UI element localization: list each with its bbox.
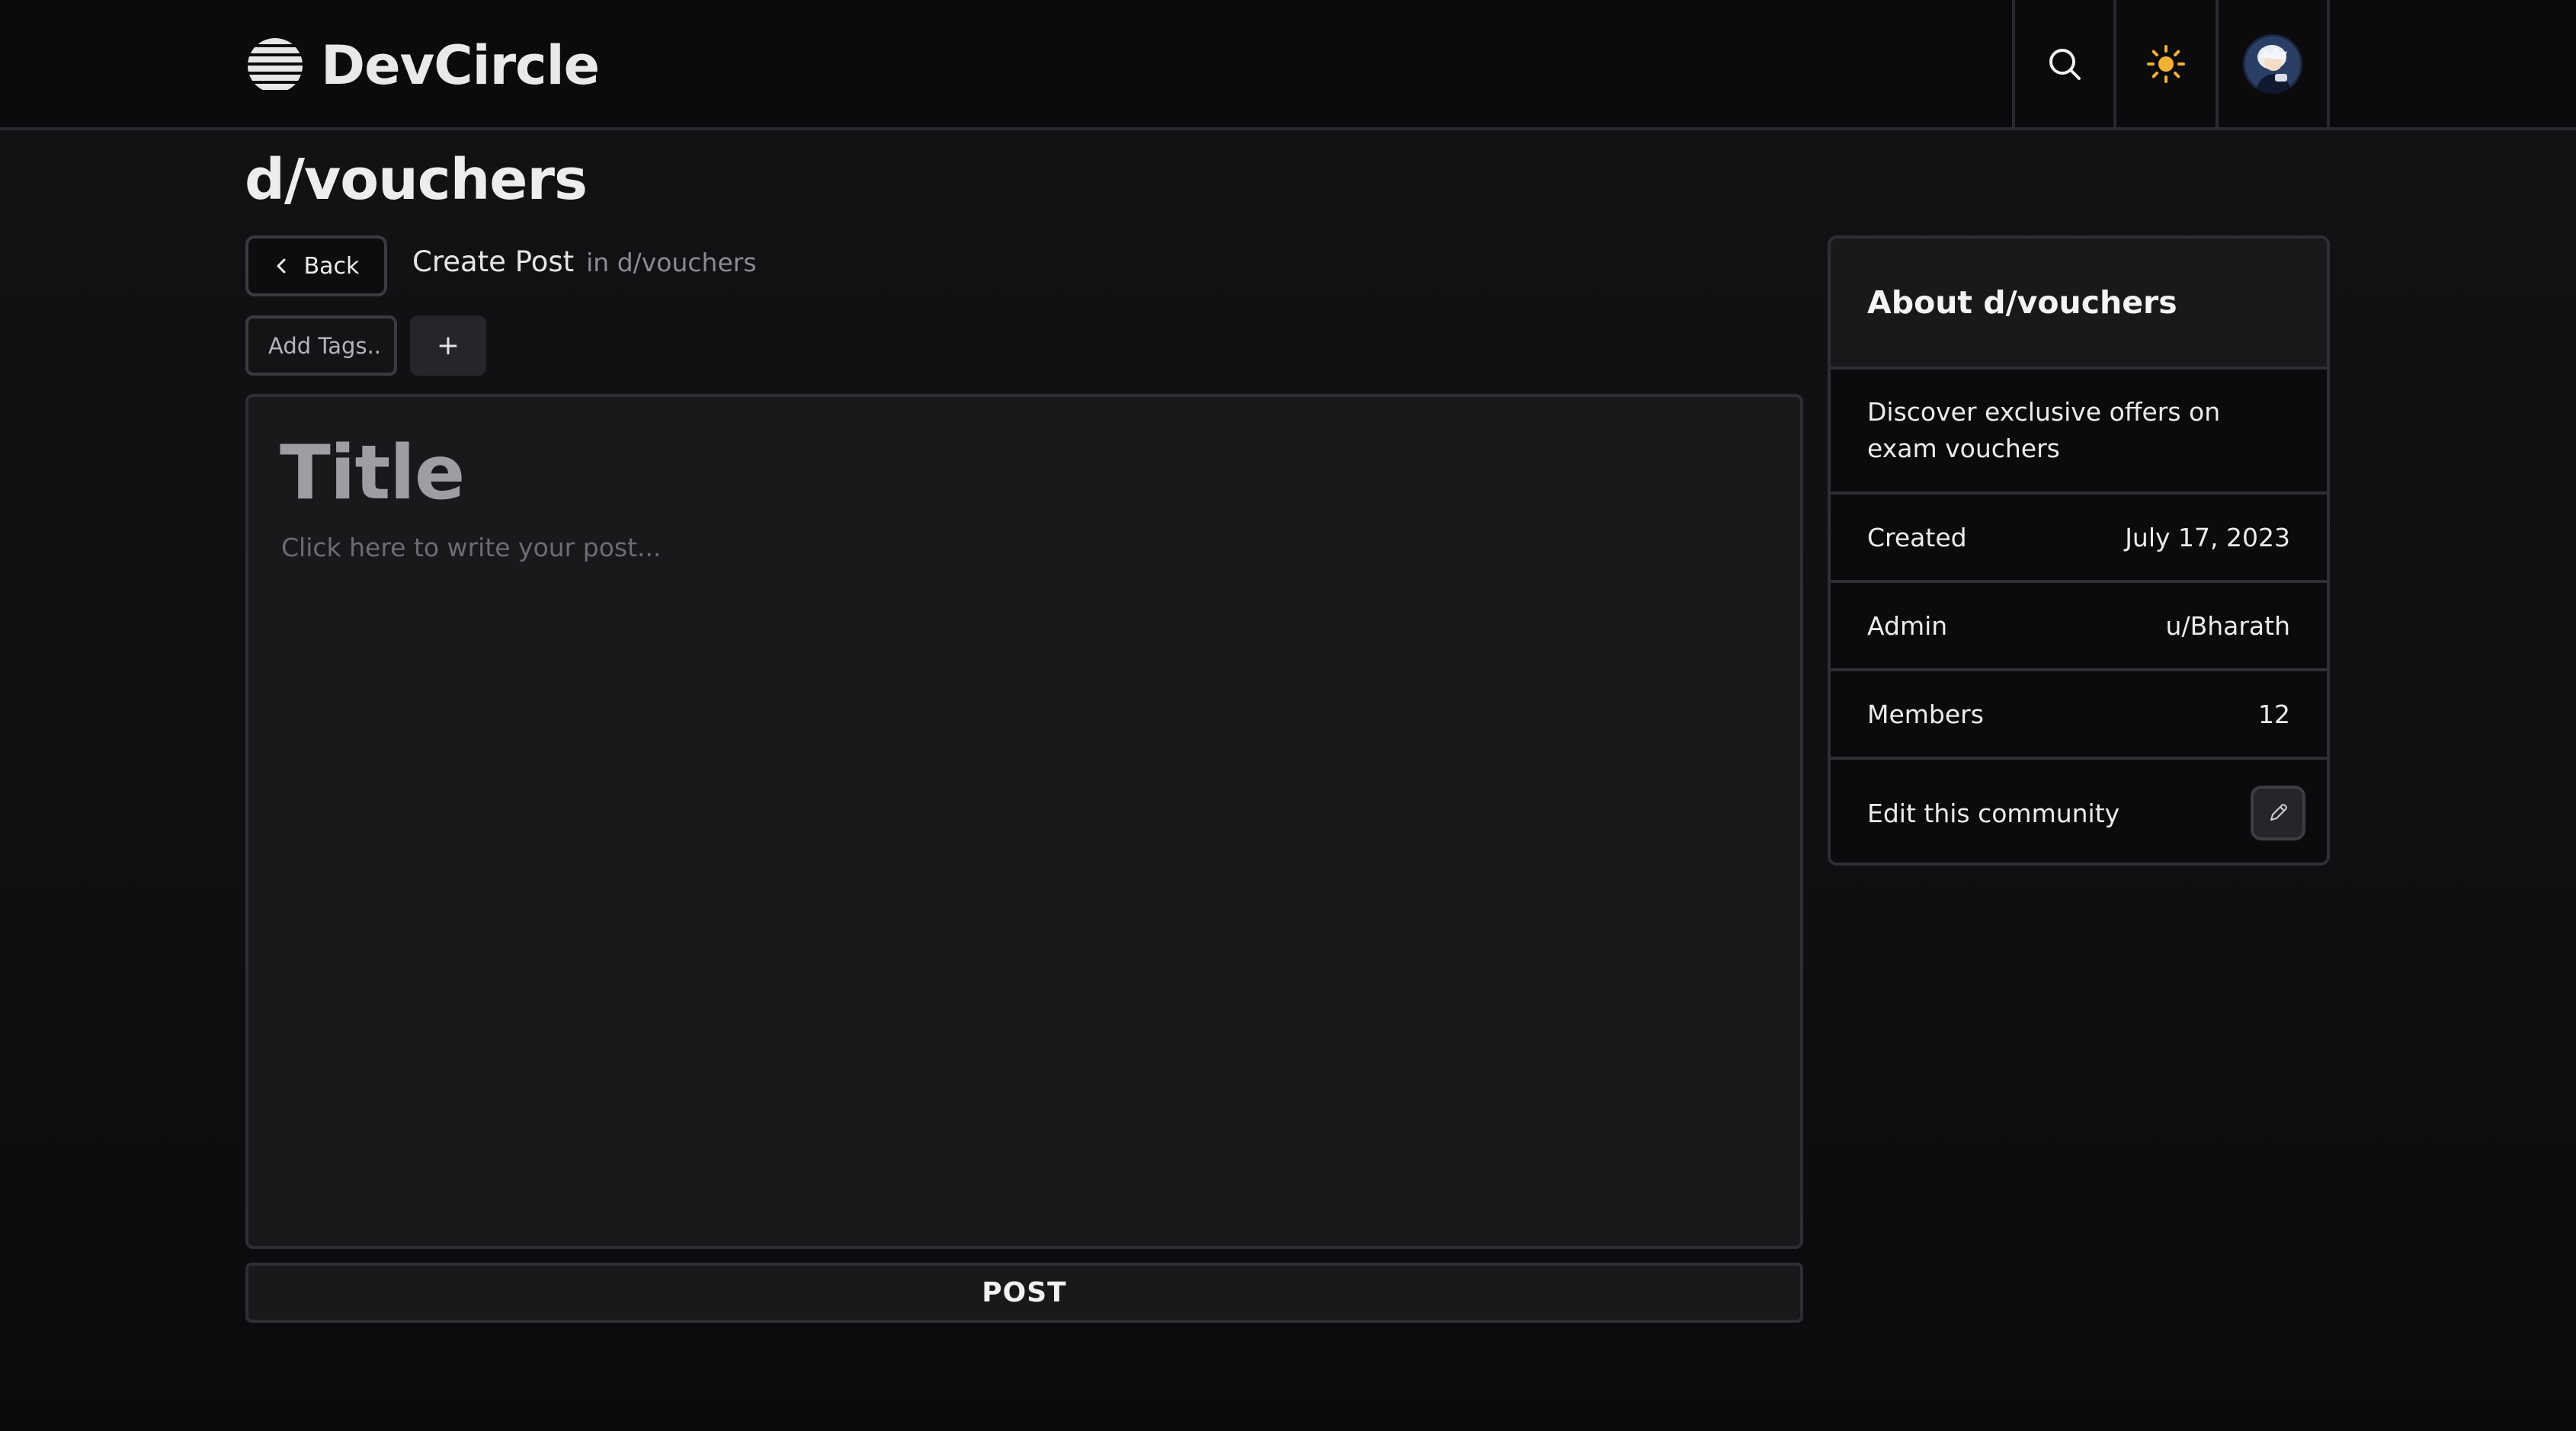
user-avatar bbox=[2243, 34, 2302, 94]
created-row: Created July 17, 2023 bbox=[1831, 495, 2327, 583]
community-context: in d/vouchers bbox=[586, 248, 757, 277]
edit-community-row: Edit this community bbox=[1831, 760, 2327, 863]
members-row: Members 12 bbox=[1831, 671, 2327, 760]
search-icon bbox=[2049, 48, 2081, 80]
about-heading: About d/vouchers bbox=[1831, 238, 2327, 370]
edit-community-label: Edit this community bbox=[1867, 798, 2120, 828]
post-submit-button[interactable]: POST bbox=[245, 1263, 1803, 1323]
back-button[interactable]: Back bbox=[245, 235, 387, 296]
post-editor[interactable]: Title Click here to write your post... bbox=[245, 394, 1803, 1249]
create-post-heading: Create Post in d/vouchers bbox=[412, 245, 757, 278]
top-navbar: DevCircle bbox=[0, 0, 2576, 130]
add-tags-input[interactable] bbox=[245, 315, 397, 376]
admin-row: Admin u/Bharath bbox=[1831, 583, 2327, 671]
app-logo[interactable]: DevCircle bbox=[246, 33, 600, 98]
community-description: Discover exclusive offers on exam vouche… bbox=[1831, 370, 2327, 495]
admin-label: Admin bbox=[1867, 610, 1948, 641]
about-community-card: About d/vouchers Discover exclusive offe… bbox=[1828, 235, 2330, 866]
back-button-label: Back bbox=[303, 252, 360, 280]
community-title: d/vouchers bbox=[245, 147, 588, 213]
sun-icon bbox=[2147, 44, 2185, 83]
edit-community-button[interactable] bbox=[2251, 786, 2305, 840]
post-body-input[interactable]: Click here to write your post... bbox=[281, 533, 661, 562]
theme-toggle-button[interactable] bbox=[2113, 0, 2216, 127]
created-value: July 17, 2023 bbox=[2125, 522, 2290, 552]
members-label: Members bbox=[1867, 699, 1984, 729]
admin-value: u/Bharath bbox=[2165, 610, 2290, 641]
user-avatar-button[interactable] bbox=[2216, 0, 2330, 127]
post-title-input[interactable]: Title bbox=[280, 424, 465, 523]
search-button[interactable] bbox=[2012, 0, 2113, 127]
pencil-icon bbox=[2270, 804, 2287, 821]
chevron-left-icon bbox=[277, 258, 286, 274]
create-post-label: Create Post bbox=[412, 245, 575, 278]
add-tag-button[interactable]: + bbox=[410, 315, 486, 376]
created-label: Created bbox=[1867, 522, 1967, 552]
striped-globe-icon bbox=[248, 38, 303, 90]
members-value: 12 bbox=[2258, 699, 2290, 729]
app-name: DevCircle bbox=[321, 34, 600, 97]
